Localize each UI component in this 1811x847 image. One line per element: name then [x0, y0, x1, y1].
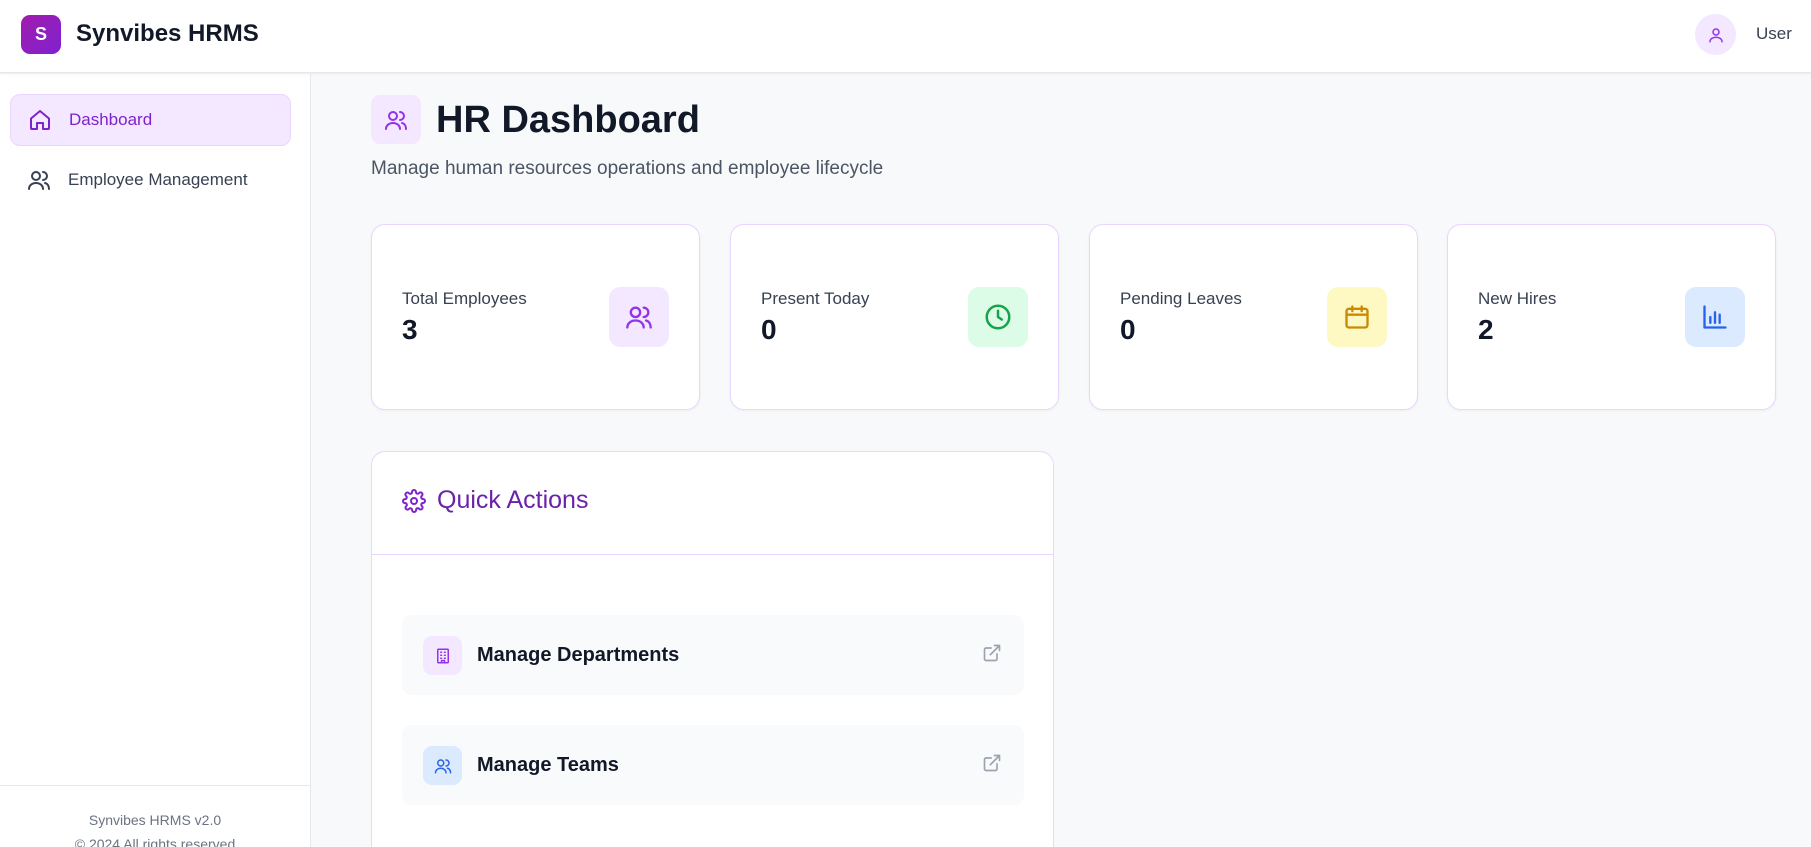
stat-label: Present Today — [761, 289, 870, 308]
building-icon — [436, 648, 449, 663]
app-version: Synvibes HRMS v2.0 — [88, 812, 222, 828]
quick-actions-header: Quick Actions — [372, 452, 1053, 555]
copyright: © 2024 All rights reserved — [74, 836, 236, 847]
stat-value: 3 — [402, 314, 418, 345]
sidebar-item-label: Dashboard — [69, 110, 153, 129]
page-title-icon — [371, 95, 421, 144]
bar-chart-icon — [1703, 305, 1727, 329]
gear-icon — [402, 489, 426, 513]
sidebar-footer: Synvibes HRMS v2.0 © 2024 All rights res… — [0, 785, 310, 847]
users-icon — [385, 110, 407, 130]
external-link-icon[interactable] — [982, 753, 1002, 773]
stat-card-pending-leaves: Pending Leaves 0 — [1089, 224, 1418, 410]
stat-label: Total Employees — [402, 289, 527, 308]
stat-icon-box — [968, 287, 1028, 347]
quick-actions-panel: Quick Actions Manage Departments Manage … — [371, 451, 1054, 847]
user-avatar[interactable] — [1695, 14, 1736, 55]
stat-icon-box — [609, 287, 669, 347]
user-name[interactable]: User — [1756, 24, 1792, 44]
clock-icon — [985, 304, 1011, 330]
users-icon — [434, 758, 451, 773]
users-icon — [28, 171, 50, 190]
stat-label: New Hires — [1478, 289, 1557, 308]
quick-action-manage-teams[interactable]: Manage Teams — [402, 725, 1024, 805]
quick-action-icon-box — [423, 746, 462, 785]
users-icon — [626, 306, 652, 329]
quick-action-label: Manage Departments — [477, 644, 680, 666]
sidebar: Dashboard Employee Management Synvibes H… — [0, 74, 311, 847]
quick-action-label: Manage Teams — [477, 754, 619, 776]
quick-action-manage-departments[interactable]: Manage Departments — [402, 615, 1024, 695]
stat-value: 2 — [1478, 314, 1494, 345]
stat-label: Pending Leaves — [1120, 289, 1242, 308]
stat-card-present-today: Present Today 0 — [730, 224, 1059, 410]
quick-actions-title: Quick Actions — [437, 486, 589, 514]
quick-action-icon-box — [423, 636, 462, 675]
external-link-icon[interactable] — [982, 643, 1002, 663]
stat-card-total-employees: Total Employees 3 — [371, 224, 700, 410]
stat-icon-box — [1685, 287, 1745, 347]
stat-card-new-hires: New Hires 2 — [1447, 224, 1776, 410]
stat-icon-box — [1327, 287, 1387, 347]
user-icon — [1708, 27, 1723, 42]
stat-value: 0 — [761, 314, 777, 345]
sidebar-item-employee-management[interactable]: Employee Management — [10, 154, 291, 206]
page-subtitle: Manage human resources operations and em… — [371, 158, 884, 179]
sidebar-item-dashboard[interactable]: Dashboard — [10, 94, 291, 146]
brand-logo[interactable]: S — [21, 15, 61, 54]
home-icon — [30, 110, 50, 130]
stat-value: 0 — [1120, 314, 1136, 345]
top-bar: S Synvibes HRMS User — [0, 0, 1811, 73]
page-title: HR Dashboard — [436, 99, 700, 141]
calendar-icon — [1345, 305, 1369, 329]
sidebar-item-label: Employee Management — [68, 170, 248, 189]
app-name: Synvibes HRMS — [76, 20, 259, 47]
